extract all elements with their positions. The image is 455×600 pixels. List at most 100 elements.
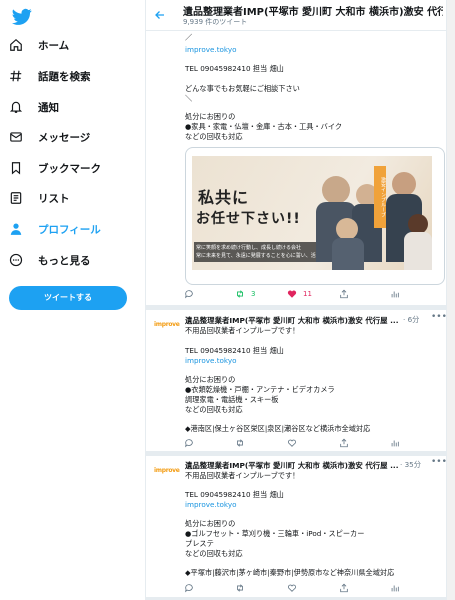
staff-photo	[408, 214, 428, 234]
tweet-text-line: 処分にお困りの	[185, 375, 236, 384]
tweet-actions: 3 11	[184, 288, 404, 300]
sidebar-item-notifications[interactable]: 通知	[8, 95, 59, 119]
tweet-author[interactable]: 遺品整理業者IMP(平塚市 愛川町 大和市 横浜市)激安 代行屋 ...	[185, 460, 400, 471]
tweet-text-line: ◆平塚市|藤沢市|茅ヶ崎市|秦野市|伊勢原市など神奈川県全域対応	[185, 568, 395, 577]
sidebar-item-label: プロフィール	[38, 223, 101, 236]
timeline: 遺品整理業者IMP(平塚市 愛川町 大和市 横浜市)激安 代行屋 ... 9,9…	[145, 0, 447, 600]
like-button[interactable]	[287, 582, 297, 594]
avatar-logo-text: improve	[154, 321, 180, 328]
avatar[interactable]: improve	[154, 467, 180, 479]
sidebar-item-bookmarks[interactable]: ブックマーク	[8, 156, 101, 180]
heart-icon	[287, 584, 297, 592]
sidebar-item-label: 通知	[38, 101, 59, 114]
analytics-icon	[391, 291, 399, 298]
reply-icon	[185, 439, 193, 448]
back-arrow-icon[interactable]	[154, 9, 166, 21]
retweet-button[interactable]: 3	[235, 288, 255, 300]
heart-icon	[287, 439, 297, 447]
sidebar-item-label: リスト	[38, 192, 70, 205]
analytics-button[interactable]	[390, 288, 400, 300]
tweet-text-line: ／	[185, 33, 193, 42]
tweet-text-line: TEL 09045982410 担当 畑山	[185, 346, 284, 355]
tweet-text-line: などの回収も対応	[185, 405, 243, 414]
share-button[interactable]	[339, 437, 349, 449]
tweet-link[interactable]: improve.tokyo	[185, 45, 237, 55]
reply-icon	[185, 584, 193, 593]
staff-photo	[322, 176, 350, 204]
tweet-count: 9,939 件のツイート	[183, 18, 248, 26]
sidebar-item-home[interactable]: ホーム	[8, 33, 69, 57]
reply-button[interactable]	[184, 582, 194, 594]
tweet-link[interactable]: improve.tokyo	[185, 500, 237, 510]
bell-icon	[8, 99, 24, 115]
more-circle-icon	[8, 252, 24, 268]
reply-icon	[185, 290, 193, 299]
tweet-button[interactable]: ツイートする	[9, 286, 127, 310]
heart-icon	[287, 290, 297, 298]
sidebar-item-lists[interactable]: リスト	[8, 186, 70, 210]
sidebar-item-messages[interactable]: メッセージ	[8, 125, 90, 149]
tweet-actions	[184, 582, 404, 594]
staff-photo	[404, 232, 432, 270]
share-button[interactable]	[339, 582, 349, 594]
staff-photo	[332, 238, 364, 270]
sidebar-item-profile[interactable]: プロフィール	[8, 217, 101, 241]
analytics-icon	[391, 440, 399, 447]
retweet-button[interactable]	[235, 437, 245, 449]
analytics-icon	[391, 585, 399, 592]
tweet-divider	[146, 451, 446, 456]
tweet-text-line: などの回収も対応	[185, 549, 243, 558]
tweet-link[interactable]: improve.tokyo	[185, 356, 237, 366]
analytics-button[interactable]	[390, 437, 400, 449]
bookmark-icon	[8, 160, 24, 176]
tweet-text-line: 処分にお困りの	[185, 519, 236, 528]
profile-header: 遺品整理業者IMP(平塚市 愛川町 大和市 横浜市)激安 代行屋 ... 9,9…	[146, 0, 446, 31]
tweet-text-line: ●衣類乾燥機・戸棚・アンテナ・ビデオカメラ	[185, 385, 335, 394]
tweet-image: 私共に お任せ下さい!! 常に笑顔を求め続け行動し、成長し続ける会社 常に未来を…	[192, 156, 432, 270]
sidebar-item-label: ブックマーク	[38, 162, 101, 175]
tweet-divider	[146, 305, 446, 310]
page-title: 遺品整理業者IMP(平塚市 愛川町 大和市 横浜市)激安 代行屋 ...	[183, 7, 443, 18]
tweet-text-line: ●ゴルフセット・草刈り機・三輪車・iPod・スピーカー	[185, 529, 365, 538]
more-options-icon[interactable]: •••	[431, 457, 447, 467]
sidebar-item-label: 話題を検索	[38, 70, 91, 83]
like-button[interactable]: 11	[287, 288, 312, 300]
tweet-timestamp[interactable]: · 35分	[400, 460, 421, 470]
banner-headline: 私共に	[198, 188, 250, 207]
sidebar-item-more[interactable]: もっと見る	[8, 248, 91, 272]
sidebar-item-explore[interactable]: 話題を検索	[8, 64, 91, 88]
mail-icon	[8, 129, 24, 145]
scrollbar[interactable]	[447, 0, 455, 600]
avatar[interactable]: improve	[154, 321, 180, 333]
reply-button[interactable]	[184, 437, 194, 449]
staff-photo	[392, 172, 416, 196]
list-icon	[8, 190, 24, 206]
tweet-timestamp[interactable]: · 6分	[403, 315, 419, 325]
reply-button[interactable]	[184, 288, 200, 300]
sidebar-item-label: もっと見る	[38, 254, 91, 267]
like-count: 11	[303, 290, 312, 298]
retweet-icon	[237, 439, 243, 447]
tweet-text-line: 処分にお困りの	[185, 112, 236, 121]
tweet-text-line: ＼	[185, 94, 193, 103]
tweet-text-line: などの回収も対応	[185, 132, 243, 141]
tweet-text-line: 不用品回収業者インプルーブです！	[185, 326, 300, 335]
tweet-author[interactable]: 遺品整理業者IMP(平塚市 愛川町 大和市 横浜市)激安 代行屋 ...	[185, 315, 400, 326]
tweet-text-line: 不用品回収業者インプルーブです！	[185, 471, 300, 480]
share-icon	[340, 438, 348, 448]
sidebar: ホーム 話題を検索 通知 メッセージ ブックマーク リスト プロフィール もっと…	[0, 0, 145, 600]
tweet-text-line: プレステ	[185, 539, 214, 548]
more-options-icon[interactable]: •••	[431, 312, 447, 322]
tweet-text-line: ●家具・家電・仏壇・金庫・古本・工具・バイク	[185, 122, 343, 131]
tweet-text-line: どんな事でもお気軽にご相談下さい	[185, 84, 300, 93]
retweet-button[interactable]	[235, 582, 245, 594]
home-icon	[8, 37, 24, 53]
retweet-icon	[237, 584, 243, 592]
avatar-logo-text: improve	[154, 467, 180, 474]
banner-side-badge: 激安インプルーブ	[374, 166, 386, 228]
twitter-bird-icon[interactable]	[12, 8, 32, 26]
tweet-media-card[interactable]: 私共に お任せ下さい!! 常に笑顔を求め続け行動し、成長し続ける会社 常に未来を…	[185, 147, 445, 285]
like-button[interactable]	[287, 437, 297, 449]
analytics-button[interactable]	[390, 582, 400, 594]
share-button[interactable]	[339, 288, 349, 300]
